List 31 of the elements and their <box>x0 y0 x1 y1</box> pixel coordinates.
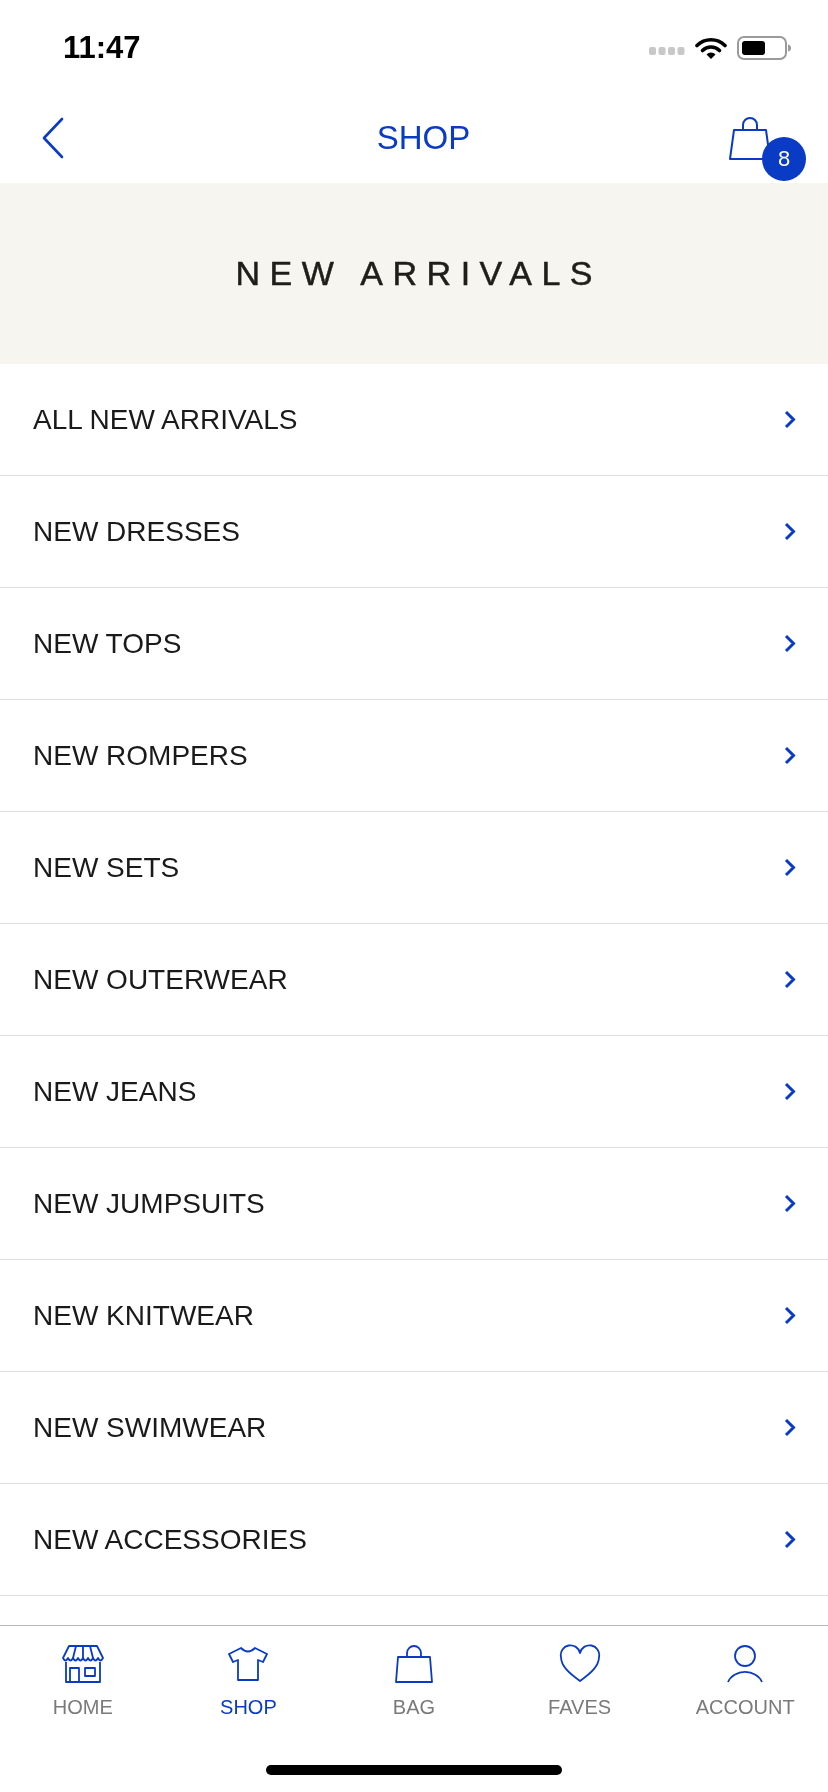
wifi-icon <box>695 37 727 59</box>
tab-bar-item[interactable]: HOME <box>0 1644 166 1719</box>
t-shirt-icon <box>226 1644 271 1684</box>
shopping-bag-icon <box>728 114 772 161</box>
signal-icon <box>649 47 685 55</box>
chevron-left-icon <box>41 116 65 159</box>
chevron-right-icon <box>784 634 796 653</box>
cart-button[interactable]: 8 <box>728 114 806 181</box>
chevron-right-icon <box>784 970 796 989</box>
chevron-right-icon <box>784 746 796 765</box>
chevron-right-icon <box>784 1530 796 1549</box>
chevron-right-icon <box>784 1082 796 1101</box>
shopping-bag-icon <box>392 1644 436 1684</box>
chevron-right-icon <box>784 1194 796 1213</box>
tab-bar-item[interactable]: ACCOUNT <box>662 1644 828 1719</box>
chevron-right-icon <box>784 1306 796 1325</box>
chevron-right-icon <box>784 522 796 541</box>
chevron-right-icon <box>784 1418 796 1437</box>
banner-title: NEW ARRIVALS <box>235 254 602 293</box>
cart-count-badge: 8 <box>762 136 806 181</box>
tab-bar-item[interactable]: BAG <box>331 1644 497 1719</box>
tab-bar-item[interactable]: SHOP <box>165 1644 332 1719</box>
chevron-right-icon <box>784 410 796 429</box>
battery-icon <box>737 36 791 60</box>
back-button[interactable] <box>41 116 65 159</box>
tab-bar-item[interactable]: FAVES <box>496 1644 663 1719</box>
chevron-right-icon <box>784 858 796 877</box>
status-time: 11:47 <box>63 30 141 66</box>
heart-icon <box>557 1644 602 1684</box>
page-title: SHOP <box>376 117 471 158</box>
store-icon <box>60 1644 105 1684</box>
